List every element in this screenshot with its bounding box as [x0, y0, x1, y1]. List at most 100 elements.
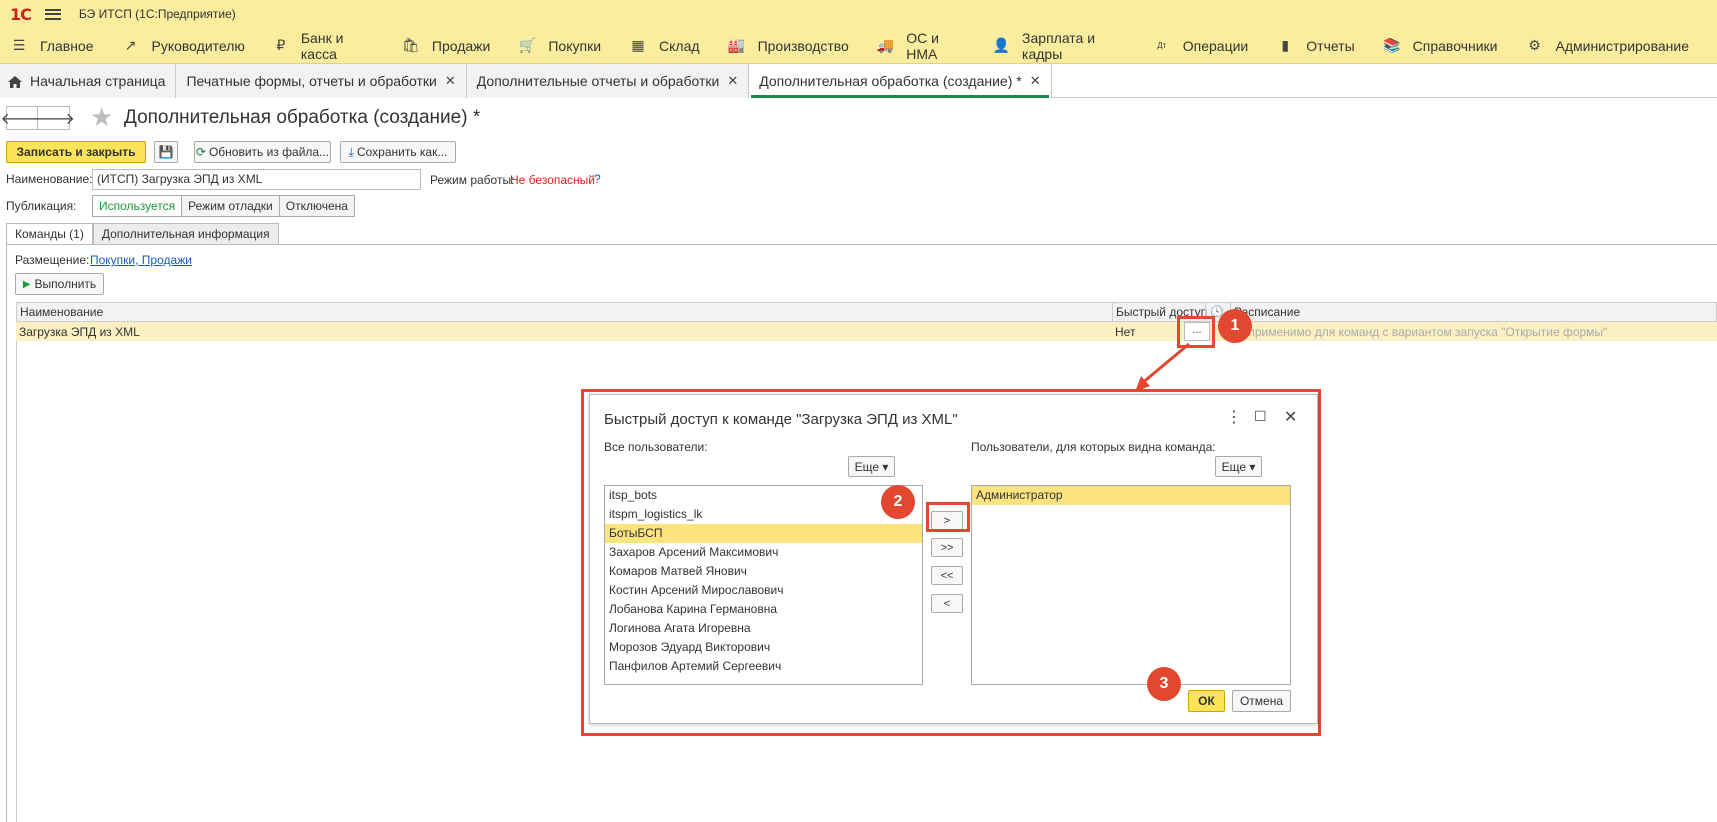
- menu-item-6[interactable]: 🏭 Производство: [728, 28, 849, 64]
- run-button[interactable]: ▶ Выполнить: [15, 273, 104, 295]
- save-as-label: Сохранить как...: [356, 145, 448, 159]
- menu-item-11[interactable]: 📚 Справочники: [1383, 28, 1498, 64]
- menu-item-12[interactable]: ⚙ Администрирование: [1526, 28, 1690, 64]
- all-users-list[interactable]: itsp_bots itspm_logistics_lk БотыБСП Захаро…: [604, 485, 923, 685]
- tab-close-icon[interactable]: ✕: [727, 73, 738, 89]
- app-title: БЭ ИТСП (1С:Предприятие): [78, 7, 236, 21]
- callout-2: 2: [881, 485, 915, 519]
- publication-option-2[interactable]: Отключена: [279, 195, 355, 217]
- app-window: 1С БЭ ИТСП (1С:Предприятие) ☰ Главное ↗ Рук…: [0, 0, 1717, 822]
- save-and-close-button[interactable]: Записать и закрыть: [6, 141, 146, 163]
- menu-item-9[interactable]: Дт Операции: [1153, 28, 1249, 64]
- update-from-file-label: Обновить из файла...: [208, 145, 330, 159]
- list-item[interactable]: Панфилов Артемий Сергеевич: [605, 657, 922, 676]
- list-item[interactable]: Костин Арсений Мирославович: [605, 581, 922, 600]
- tab-0[interactable]: Начальная страница: [0, 64, 177, 98]
- tab-3[interactable]: Дополнительная обработка (создание) * ✕: [749, 64, 1052, 98]
- menu-item-4[interactable]: 🛒 Покупки: [518, 28, 601, 64]
- help-icon[interactable]: ?: [594, 172, 601, 186]
- favorite-star-icon[interactable]: ★: [90, 104, 113, 130]
- form-tabs: Команды (1) Дополнительная информация: [6, 223, 279, 245]
- list-item[interactable]: itspm_logistics_lk: [605, 505, 922, 524]
- menu-item-10[interactable]: ▮ Отчеты: [1276, 28, 1354, 64]
- name-field[interactable]: (ИТСП) Загрузка ЭПД из XML: [92, 169, 421, 190]
- menu-item-7[interactable]: 🚚 ОС и НМА: [877, 28, 965, 64]
- publication-label: Публикация:: [6, 199, 77, 213]
- save-button[interactable]: 💾: [154, 141, 178, 163]
- hamburger-icon: ☰: [12, 37, 26, 53]
- arrow-callout-line: [1135, 342, 1190, 392]
- column-separator: [1112, 303, 1113, 323]
- tab-label: Дополнительная обработка (создание) *: [759, 73, 1022, 89]
- menu-item-0[interactable]: ☰ Главное: [10, 28, 94, 64]
- list-item[interactable]: Морозов Эдуард Викторович: [605, 638, 922, 657]
- tab-1[interactable]: Печатные формы, отчеты и обработки ✕: [176, 64, 467, 98]
- window-tabs: Начальная страница Печатные формы, отчеты…: [0, 64, 1717, 98]
- menu-item-5[interactable]: ▦ Склад: [629, 28, 699, 64]
- download-icon: ⤓: [348, 144, 354, 159]
- bar-chart-icon: ▮: [1281, 37, 1290, 53]
- tab-additional-info[interactable]: Дополнительная информация: [92, 223, 279, 245]
- publication-option-0[interactable]: Используется: [92, 195, 183, 217]
- menu-item-label: Справочники: [1412, 37, 1498, 54]
- menu-item-label: Администрирование: [1555, 37, 1690, 54]
- save-as-button[interactable]: ⤓ Сохранить как...: [340, 141, 456, 163]
- menu-item-label: Продажи: [431, 37, 491, 54]
- list-item[interactable]: БотыБСП: [605, 524, 922, 543]
- move-left-button[interactable]: <: [931, 594, 963, 613]
- move-all-left-button[interactable]: <<: [931, 566, 963, 585]
- more-actions-icon[interactable]: ⋮: [1226, 407, 1242, 427]
- list-item[interactable]: Комаров Матвей Янович: [605, 562, 922, 581]
- warehouse-icon: ▦: [631, 37, 645, 53]
- tab-close-icon[interactable]: ✕: [1030, 73, 1041, 89]
- ruble-icon: ₽: [276, 37, 286, 53]
- mode-value: Не безопасный: [510, 173, 595, 187]
- menu-item-3[interactable]: 🛍 Продажи: [402, 28, 490, 64]
- list-item[interactable]: Лобанова Карина Германовна: [605, 600, 922, 619]
- debit-credit-icon: Дт: [1157, 41, 1167, 50]
- update-from-file-button[interactable]: ⟳ Обновить из файла...: [194, 141, 331, 163]
- menu-item-label: Операции: [1182, 37, 1249, 54]
- menu-item-2[interactable]: ₽ Банк и касса: [273, 28, 374, 64]
- column-name[interactable]: Наименование: [20, 305, 103, 319]
- menu-item-label: Производство: [757, 37, 849, 54]
- publication-switch: Используется Режим отладки Отключена: [92, 195, 355, 217]
- cancel-button[interactable]: Отмена: [1232, 690, 1291, 712]
- menu-item-label: Зарплата и кадры: [1022, 29, 1096, 62]
- main-menu-icon[interactable]: [44, 8, 61, 20]
- row-name: Загрузка ЭПД из XML: [19, 325, 140, 339]
- name-label: Наименование:: [6, 172, 93, 186]
- right-more-button[interactable]: Еще ▾: [1215, 456, 1262, 477]
- books-icon: 📚: [1382, 37, 1401, 53]
- left-more-button[interactable]: Еще ▾: [848, 456, 895, 477]
- tab-2[interactable]: Дополнительные отчеты и обработки ✕: [466, 64, 750, 98]
- callout-3: 3: [1147, 667, 1181, 701]
- list-item[interactable]: Администратор: [972, 486, 1290, 505]
- menu-item-8[interactable]: 👤 Зарплата и кадры: [993, 28, 1125, 64]
- close-icon[interactable]: ✕: [1284, 407, 1297, 427]
- section-menu: ☰ Главное ↗ Руководителю ₽ Банк и касса 🛍 Прода…: [0, 28, 1717, 64]
- tab-close-icon[interactable]: ✕: [445, 73, 456, 89]
- list-item[interactable]: Логинова Агата Игоревна: [605, 619, 922, 638]
- ok-button[interactable]: ОК: [1188, 690, 1225, 712]
- table-row[interactable]: Загрузка ЭПД из XML Нет Неприменимо для …: [16, 322, 1717, 341]
- list-item[interactable]: Захаров Арсений Максимович: [605, 543, 922, 562]
- floppy-disk-icon: 💾: [158, 145, 174, 159]
- placement-label: Размещение:: [15, 253, 90, 267]
- move-all-right-button[interactable]: >>: [931, 538, 963, 557]
- play-icon: ▶: [22, 278, 31, 290]
- maximize-icon[interactable]: ☐: [1254, 408, 1267, 425]
- forward-button[interactable]: 🡒: [32, 106, 75, 130]
- run-label: Выполнить: [34, 277, 97, 291]
- list-item[interactable]: itsp_bots: [605, 486, 922, 505]
- callout-1: 1: [1218, 309, 1252, 343]
- navigation-buttons: 🡐 🡒: [1, 106, 75, 130]
- tab-commands[interactable]: Команды (1): [6, 223, 93, 245]
- tab-label: Дополнительные отчеты и обработки: [476, 73, 720, 89]
- visible-users-list[interactable]: Администратор: [971, 485, 1291, 685]
- highlight-move-right: [926, 502, 970, 532]
- placement-link[interactable]: Покупки, Продажи: [90, 253, 192, 267]
- truck-icon: 🚚: [876, 37, 895, 53]
- publication-option-1[interactable]: Режим отладки: [182, 195, 280, 217]
- menu-item-1[interactable]: ↗ Руководителю: [122, 28, 245, 64]
